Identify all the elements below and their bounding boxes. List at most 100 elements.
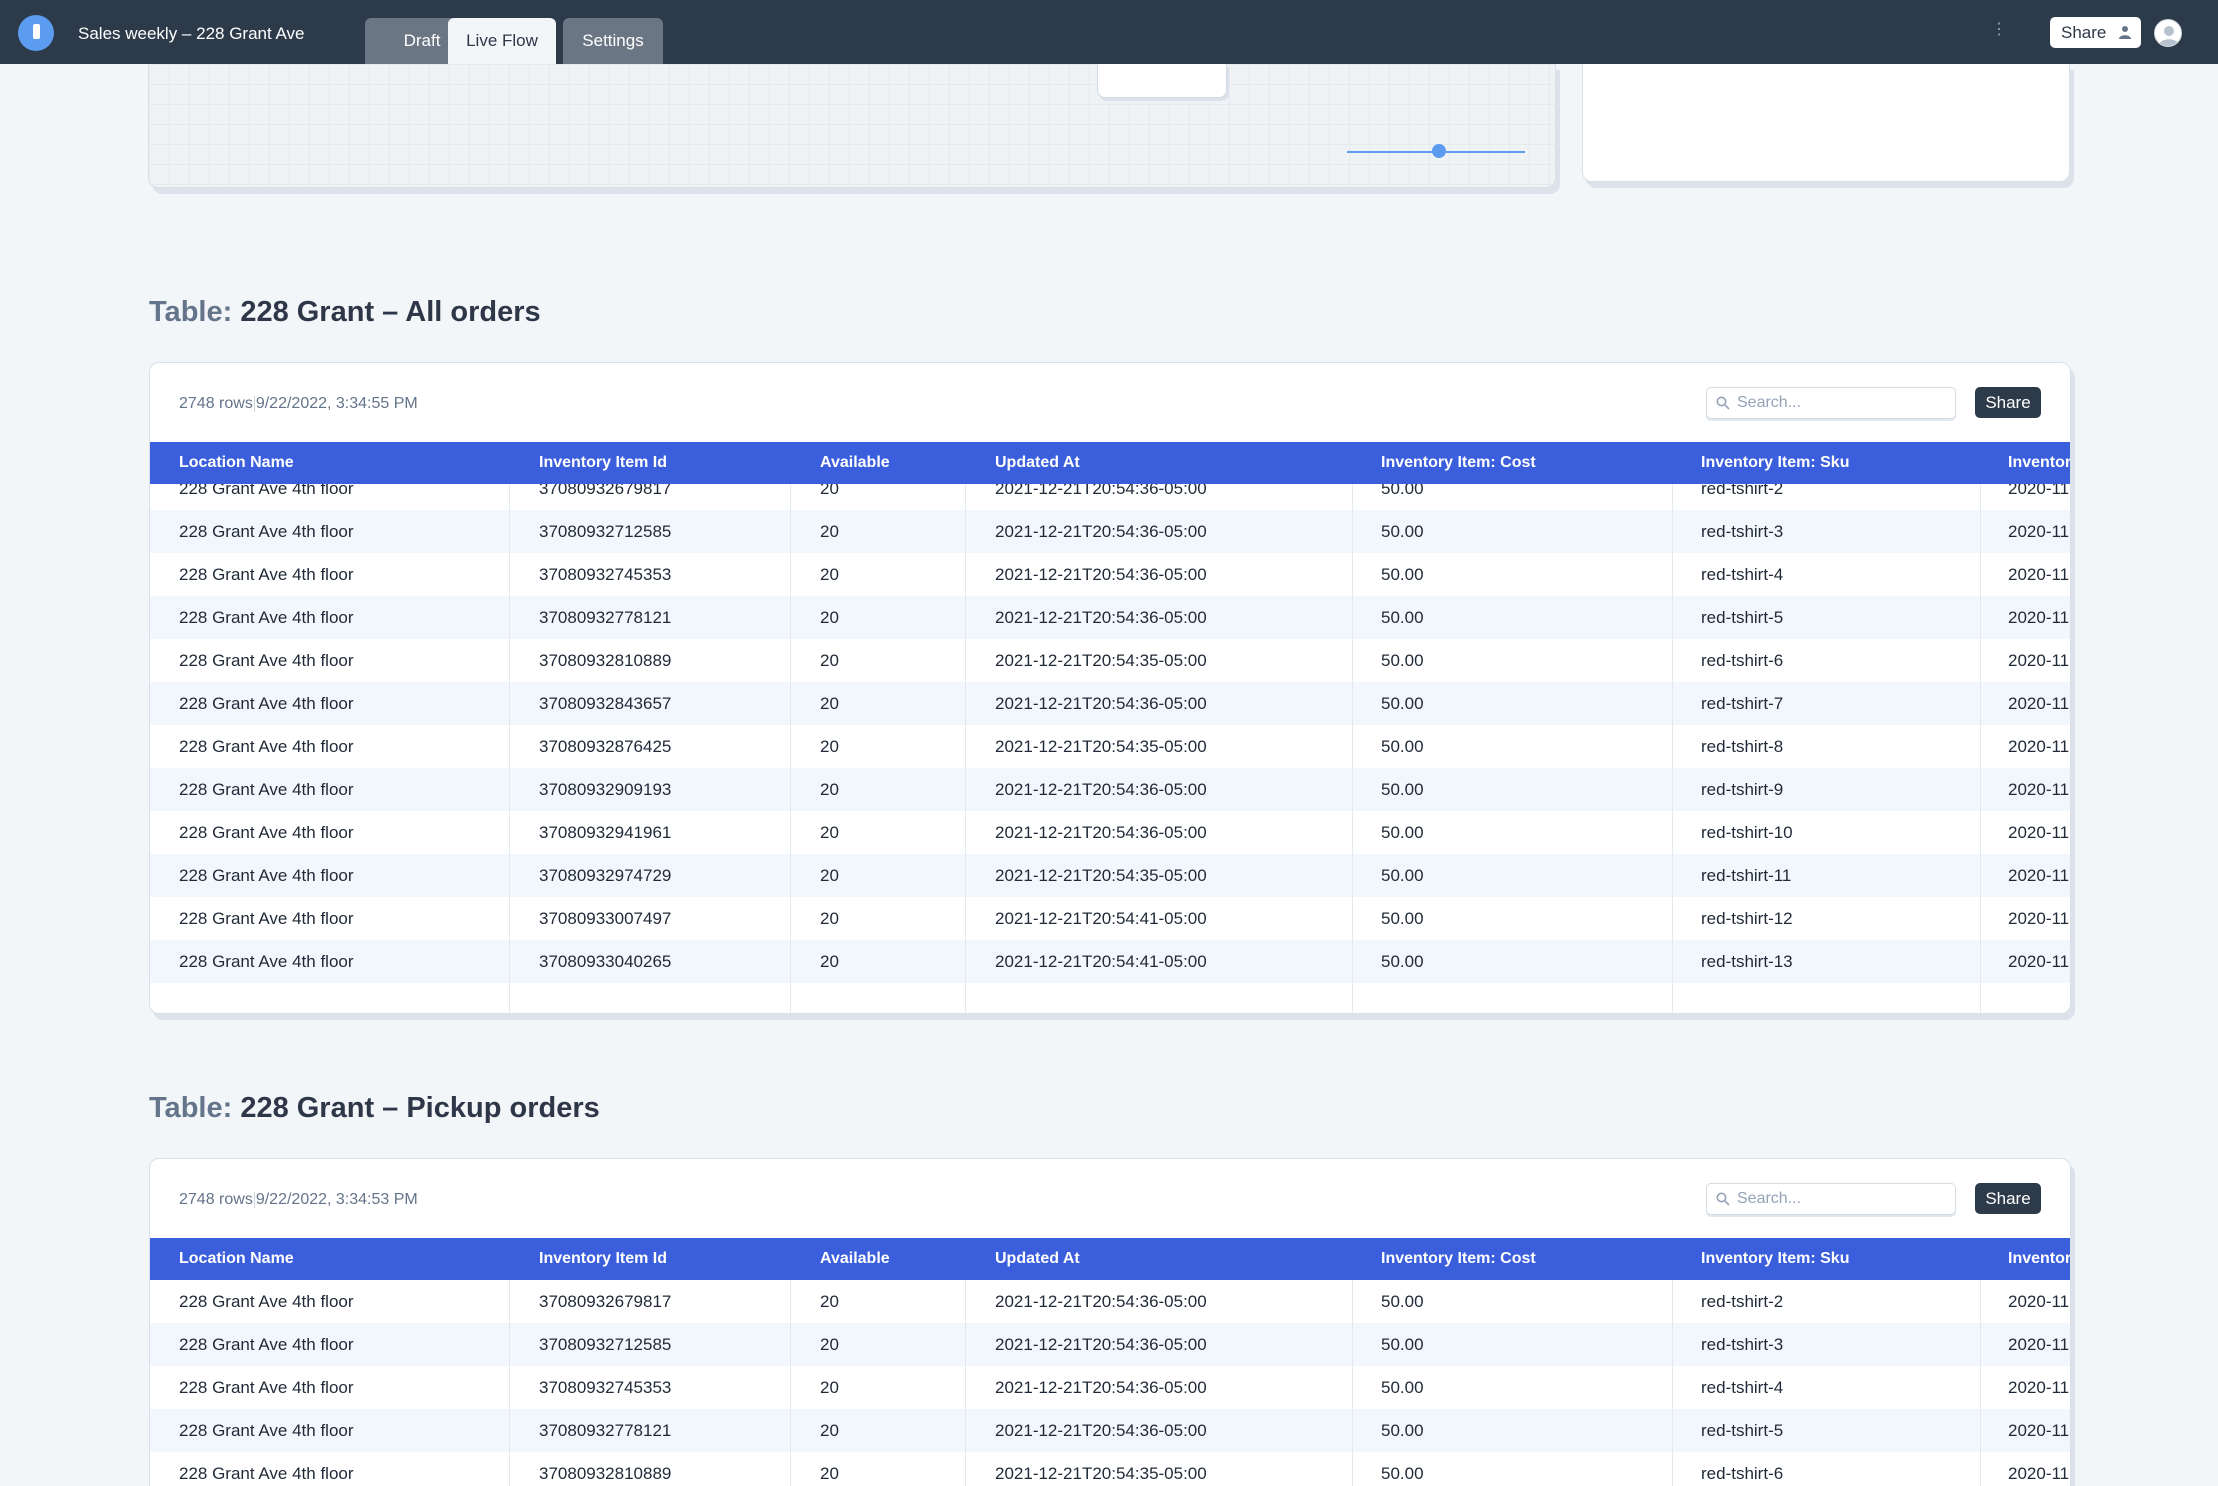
column-header[interactable]: Inventory Item: Sku [1701,442,1849,484]
table-cell: 2020-11 [2008,780,2070,799]
search-input[interactable] [1737,388,1947,418]
table-row[interactable]: 228 Grant Ave 4th floor 37080932941961 20 2… [150,811,2070,854]
table-row[interactable]: 228 Grant Ave 4th floor 37080932810889 20 2… [150,1452,2070,1486]
table-row[interactable]: 228 Grant Ave 4th floor 37080932810889 20 2… [150,639,2070,682]
table-share-button[interactable]: Share [1975,387,2041,418]
column-header[interactable]: Inventory Item Id [539,442,667,484]
table-row[interactable]: 228 Grant Ave 4th floor 37080932778121 20 2… [150,1409,2070,1452]
search-icon [1716,1192,1730,1206]
column-header[interactable]: Inventory Item: Cost [1381,442,1536,484]
table-cell: 228 Grant Ave 4th floor [179,866,354,885]
table-cell: 20 [820,651,839,670]
tab-settings[interactable]: Settings [563,18,663,64]
table-cell: 20 [820,565,839,584]
table-cell: 50.00 [1381,484,1424,498]
table-cell: 37080932843657 [539,694,672,713]
person-icon [2119,26,2131,39]
table-cell: 2021-12-21T20:54:36-05:00 [995,823,1207,842]
search-icon [1716,396,1730,410]
table-timestamp: 9/22/2022, 3:34:55 PM [255,395,418,412]
table-cell: 2020-11 [2008,866,2070,885]
table-cell: 2021-12-21T20:54:35-05:00 [995,737,1207,756]
table-cell: 50.00 [1381,1378,1424,1397]
table-cell: 37080932745353 [539,565,672,584]
flow-node[interactable] [1097,64,1227,98]
section-title-all-orders: Table: 228 Grant – All orders [149,296,541,329]
table-row[interactable]: 228 Grant Ave 4th floor 37080933007497 20 2… [150,897,2070,940]
table-cell: 228 Grant Ave 4th floor [179,1378,354,1397]
table-cell: red-tshirt-13 [1701,952,1793,971]
table-timestamp: 9/22/2022, 3:34:53 PM [255,1191,418,1208]
table-row[interactable]: 228 Grant Ave 4th floor 37080932974729 20 2… [150,854,2070,897]
table-cell: 20 [820,1464,839,1483]
row-count: 2748 rows [179,395,253,412]
table-cell: 2020-11 [2008,522,2070,541]
zoom-slider-handle[interactable] [1432,144,1446,158]
column-header[interactable]: Inventory Item: Cost [1381,1238,1536,1280]
table-row[interactable]: 228 Grant Ave 4th floor 37080932679817 20 2… [150,1280,2070,1323]
table-cell: 2020-11 [2008,484,2070,498]
column-header[interactable]: Inventor [2008,442,2070,484]
share-button[interactable]: Share [2050,17,2141,48]
column-header[interactable]: Updated At [995,1238,1080,1280]
meta-divider [253,1191,255,1208]
table-header-row: Location Name Inventory Item Id Available U… [150,442,2070,484]
more-options-icon[interactable]: ⋮ [1991,22,2007,38]
table-cell: 20 [820,952,839,971]
table-row[interactable]: 228 Grant Ave 4th floor 37080932778121 20 2… [150,596,2070,639]
table-cell: 37080932778121 [539,1421,672,1440]
table-cell: 2021-12-21T20:54:36-05:00 [995,1292,1207,1311]
table-meta: 2748 rows 9/22/2022, 3:34:55 PM [179,395,418,413]
tab-live-flow[interactable]: Live Flow [448,18,556,64]
table-cell: red-tshirt-2 [1701,484,1784,498]
table-cell: 37080932712585 [539,1335,672,1354]
table-cell: 37080932909193 [539,780,672,799]
table-row[interactable]: 228 Grant Ave 4th floor 37080932712585 20 2… [150,1323,2070,1366]
table-row[interactable]: 228 Grant Ave 4th floor 37080932843657 20 2… [150,682,2070,725]
table-cell: 2020-11 [2008,1464,2070,1483]
side-panel [1582,64,2070,182]
table-row[interactable]: 228 Grant Ave 4th floor 37080933040265 20 2… [150,940,2070,983]
table-cell: red-tshirt-11 [1701,866,1792,885]
table-cell: 37080932974729 [539,866,672,885]
table-cell: 50.00 [1381,823,1424,842]
column-header[interactable]: Inventory Item: Sku [1701,1238,1849,1280]
table-row[interactable]: 228 Grant Ave 4th floor 37080932679817 20 2… [150,484,2070,510]
table-cell: 228 Grant Ave 4th floor [179,1421,354,1440]
table-cell: 37080932876425 [539,737,672,756]
column-header[interactable]: Available [820,1238,890,1280]
table-cell: 2021-12-21T20:54:41-05:00 [995,952,1207,971]
table-cell: 50.00 [1381,522,1424,541]
column-header[interactable]: Inventory Item Id [539,1238,667,1280]
table-row[interactable]: 228 Grant Ave 4th floor 37080932745353 20 2… [150,553,2070,596]
search-input[interactable] [1737,1184,1947,1214]
column-divider [509,484,510,1013]
search-box[interactable] [1706,387,1956,419]
table-cell: 2020-11 [2008,1378,2070,1397]
table-cell: 228 Grant Ave 4th floor [179,694,354,713]
user-avatar-icon[interactable] [2154,19,2182,47]
column-header[interactable]: Available [820,442,890,484]
table-row[interactable]: 228 Grant Ave 4th floor 37080932745353 20 2… [150,1366,2070,1409]
column-header[interactable]: Location Name [179,1238,294,1280]
table-cell: 2020-11 [2008,737,2070,756]
table-cell: 228 Grant Ave 4th floor [179,780,354,799]
table-row[interactable]: 228 Grant Ave 4th floor 37080932712585 20 2… [150,510,2070,553]
table-row[interactable]: 228 Grant Ave 4th floor 37080932909193 20 2… [150,768,2070,811]
table-row[interactable]: 228 Grant Ave 4th floor 37080932876425 20 2… [150,725,2070,768]
column-header[interactable]: Inventor [2008,1238,2070,1280]
search-box[interactable] [1706,1183,1956,1215]
column-header[interactable]: Location Name [179,442,294,484]
column-divider [790,1280,791,1486]
flow-canvas[interactable] [148,64,1556,188]
section-title-pickup-orders: Table: 228 Grant – Pickup orders [149,1092,600,1125]
table-cell: 37080932810889 [539,651,672,670]
table-cell: 228 Grant Ave 4th floor [179,565,354,584]
column-header[interactable]: Updated At [995,442,1080,484]
table-share-button[interactable]: Share [1975,1183,2041,1214]
table-cell: red-tshirt-9 [1701,780,1784,799]
table-cell: 2020-11 [2008,1421,2070,1440]
section-title-text: 228 Grant – Pickup orders [240,1092,600,1124]
app-logo[interactable] [18,15,54,51]
table-cell: 2020-11 [2008,909,2070,928]
